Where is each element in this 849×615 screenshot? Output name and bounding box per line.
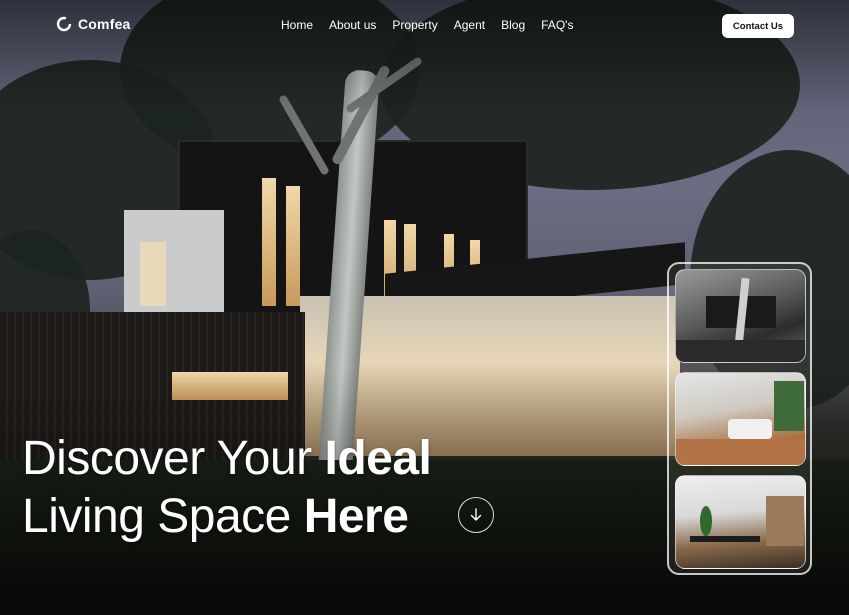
nav-about-us[interactable]: About us bbox=[329, 18, 376, 32]
ring-logo-icon bbox=[56, 16, 72, 32]
hero-line2-regular: Living Space bbox=[22, 490, 304, 543]
nav-blog[interactable]: Blog bbox=[501, 18, 525, 32]
house-exterior-thumbnail[interactable] bbox=[675, 269, 806, 363]
nav-faqs[interactable]: FAQ's bbox=[541, 18, 573, 32]
hero-line1-bold: Ideal bbox=[324, 432, 432, 485]
contact-us-button[interactable]: Contact Us bbox=[722, 14, 794, 38]
brand-name: Comfea bbox=[78, 16, 131, 32]
top-navigation: Comfea Home About us Property Agent Blog… bbox=[0, 0, 849, 52]
hero-line2-bold: Here bbox=[303, 490, 409, 543]
living-room-thumbnail[interactable] bbox=[675, 372, 806, 466]
arrow-down-icon bbox=[470, 508, 482, 521]
nav-agent[interactable]: Agent bbox=[454, 18, 485, 32]
dining-room-thumbnail[interactable] bbox=[675, 475, 806, 569]
brand-logo[interactable]: Comfea bbox=[56, 16, 131, 32]
scroll-down-button[interactable] bbox=[458, 497, 494, 533]
gallery-thumbnail-rail bbox=[667, 262, 812, 575]
nav-home[interactable]: Home bbox=[281, 18, 313, 32]
main-menu: Home About us Property Agent Blog FAQ's bbox=[281, 18, 573, 32]
hero-heading: Discover Your Ideal Living Space Here bbox=[22, 430, 432, 546]
nav-property[interactable]: Property bbox=[392, 18, 437, 32]
hero-line1-regular: Discover Your bbox=[22, 432, 325, 485]
